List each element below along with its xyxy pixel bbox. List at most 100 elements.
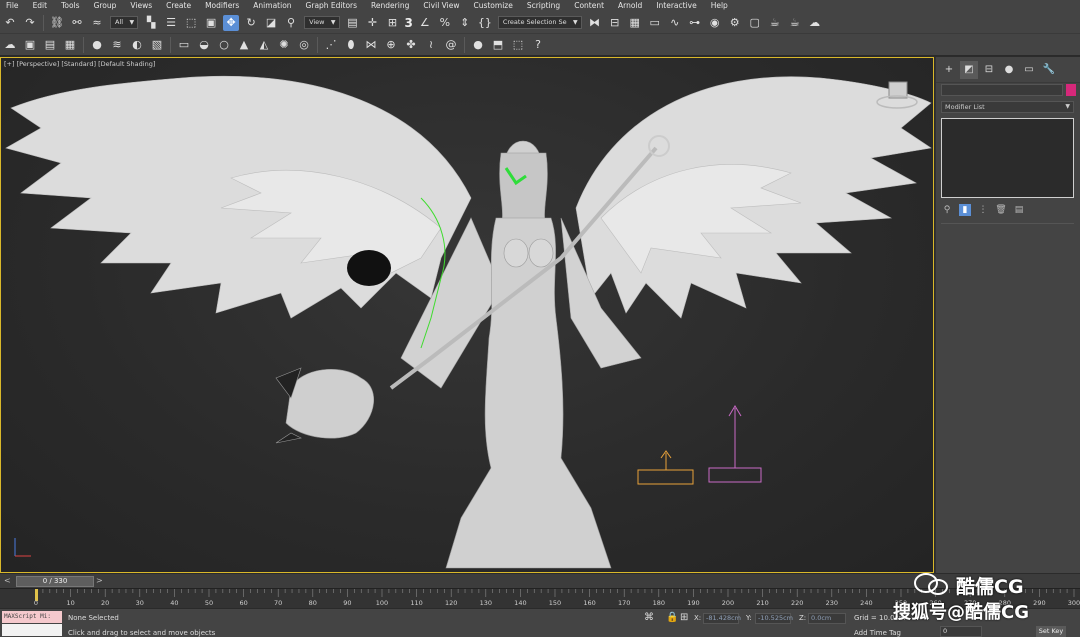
pivot-center-icon[interactable]: ▤: [345, 15, 361, 31]
display-tab-icon[interactable]: ▭: [1020, 61, 1038, 79]
time-slider-thumb[interactable]: 0 / 330: [16, 576, 94, 587]
pyramid-icon[interactable]: ◭: [256, 37, 272, 53]
named-selection-dropdown[interactable]: Create Selection Se ▼: [497, 16, 582, 29]
angle-snap-icon[interactable]: ∠: [417, 15, 433, 31]
add-time-tag[interactable]: Add Time Tag: [854, 629, 901, 637]
maxscript-listener[interactable]: MAXScript Mi:: [2, 611, 62, 623]
unlink-icon[interactable]: ⚯: [69, 15, 85, 31]
select-manipulate-icon[interactable]: ✛: [365, 15, 381, 31]
remove-modifier-icon[interactable]: 🗑: [995, 204, 1007, 216]
spinner-snap-icon[interactable]: ⇕: [457, 15, 473, 31]
key-frame-field[interactable]: 0: [940, 626, 982, 637]
menu-tools[interactable]: Tools: [55, 0, 87, 12]
maxscript-output[interactable]: [2, 624, 62, 636]
create-tab-icon[interactable]: +: [940, 61, 958, 79]
menu-content[interactable]: Content: [568, 0, 612, 12]
shell-icon[interactable]: @: [443, 37, 459, 53]
edit-named-selection-icon[interactable]: {}: [477, 15, 493, 31]
render-setup-icon[interactable]: ⚙: [727, 15, 743, 31]
wave-icon[interactable]: ≋: [109, 37, 125, 53]
render-in-cloud-icon[interactable]: ☁: [807, 15, 823, 31]
curve-editor-icon[interactable]: ∿: [667, 15, 683, 31]
percent-snap-icon[interactable]: %: [437, 15, 453, 31]
hierarchy-tab-icon[interactable]: ⊟: [980, 61, 998, 79]
menu-views[interactable]: Views: [124, 0, 160, 12]
motion-tab-icon[interactable]: ●: [1000, 61, 1018, 79]
viewport-label[interactable]: [+] [Perspective] [Standard] [Default Sh…: [4, 60, 155, 68]
menu-help[interactable]: Help: [705, 0, 736, 12]
scene-list-icon[interactable]: ▤: [42, 37, 58, 53]
light-bulb-icon[interactable]: ●: [89, 37, 105, 53]
sphere-render-icon[interactable]: ●: [470, 37, 486, 53]
mesh-icon[interactable]: ⬚: [510, 37, 526, 53]
cloud-icon[interactable]: ☁: [2, 37, 18, 53]
y-coordinate-field[interactable]: -10.525cm: [755, 613, 793, 624]
mirror-icon[interactable]: ⧓: [587, 15, 603, 31]
make-unique-icon[interactable]: ⋮: [977, 204, 989, 216]
reference-coordinate-dropdown[interactable]: View ▼: [304, 16, 340, 29]
configure-modifier-sets-icon[interactable]: ▤: [1013, 204, 1025, 216]
menu-graph-editors[interactable]: Graph Editors: [300, 0, 366, 12]
perspective-viewport[interactable]: [+] [Perspective] [Standard] [Default Sh…: [0, 57, 934, 573]
z-coordinate-field[interactable]: 0.0cm: [808, 613, 846, 624]
time-slider-next-button[interactable]: >: [96, 576, 103, 585]
time-slider-prev-button[interactable]: <: [4, 576, 11, 585]
select-by-name-icon[interactable]: ☰: [163, 15, 179, 31]
x-coordinate-field[interactable]: -81.428cm: [703, 613, 741, 624]
menu-scripting[interactable]: Scripting: [521, 0, 568, 12]
help-icon[interactable]: ?: [530, 37, 546, 53]
show-end-result-icon[interactable]: ▮: [959, 204, 971, 216]
modify-tab-icon[interactable]: ◩: [960, 60, 978, 79]
rendered-frame-window-icon[interactable]: ▢: [747, 15, 763, 31]
moon-icon[interactable]: ◐: [129, 37, 145, 53]
object-color-swatch[interactable]: [1066, 84, 1076, 96]
snapshot-icon[interactable]: ▣: [22, 37, 38, 53]
schematic-view-icon[interactable]: ⊶: [687, 15, 703, 31]
menu-create[interactable]: Create: [160, 0, 199, 12]
target-icon[interactable]: ◎: [296, 37, 312, 53]
window-crossing-icon[interactable]: ▣: [203, 15, 219, 31]
bind-space-warp-icon[interactable]: ≈: [89, 15, 105, 31]
globe-icon[interactable]: ⊕: [383, 37, 399, 53]
sphere-icon[interactable]: ○: [216, 37, 232, 53]
menu-modifiers[interactable]: Modifiers: [199, 0, 247, 12]
gradient-icon[interactable]: ▧: [149, 37, 165, 53]
plane-icon[interactable]: ▭: [176, 37, 192, 53]
hair-icon[interactable]: ≀: [423, 37, 439, 53]
sun-icon[interactable]: ✺: [276, 37, 292, 53]
utilities-tab-icon[interactable]: 🔧: [1040, 61, 1058, 79]
selection-lock-icon[interactable]: 🔒: [666, 612, 678, 623]
select-and-rotate-icon[interactable]: ↻: [243, 15, 259, 31]
pin-stack-icon[interactable]: ⚲: [941, 204, 953, 216]
snap-toggle-button[interactable]: 3: [405, 16, 413, 30]
undo-icon[interactable]: ↶: [2, 15, 18, 31]
layer-explorer-icon[interactable]: ▦: [627, 15, 643, 31]
menu-edit[interactable]: Edit: [27, 0, 56, 12]
menu-rendering[interactable]: Rendering: [365, 0, 417, 12]
scene-converter-icon[interactable]: ⬒: [490, 37, 506, 53]
object-name-field[interactable]: [941, 84, 1063, 96]
pill-icon[interactable]: ⬮: [343, 37, 359, 53]
select-and-scale-icon[interactable]: ◪: [263, 15, 279, 31]
select-and-move-icon[interactable]: ✥: [223, 14, 240, 31]
menu-arnold[interactable]: Arnold: [612, 0, 650, 12]
render-production-icon[interactable]: ☕: [767, 15, 783, 31]
selection-filter-dropdown[interactable]: All ▼: [110, 16, 139, 29]
menu-interactive[interactable]: Interactive: [650, 0, 704, 12]
render-iterative-icon[interactable]: ☕: [787, 15, 803, 31]
align-icon[interactable]: ⊟: [607, 15, 623, 31]
menu-civil-view[interactable]: Civil View: [417, 0, 467, 12]
menu-customize[interactable]: Customize: [467, 0, 520, 12]
isolate-selection-icon[interactable]: ⌘: [644, 612, 654, 623]
select-object-icon[interactable]: ▚: [143, 15, 159, 31]
modifier-stack[interactable]: [941, 118, 1074, 198]
link-icon[interactable]: ⛓: [49, 15, 65, 31]
set-key-button[interactable]: Set Key: [1036, 626, 1066, 637]
cone-icon[interactable]: ▲: [236, 37, 252, 53]
absolute-mode-icon[interactable]: ⊞: [680, 612, 688, 623]
grid-icon[interactable]: ⋰: [323, 37, 339, 53]
redo-icon[interactable]: ↷: [22, 15, 38, 31]
modifier-list-dropdown[interactable]: Modifier List ▼: [941, 101, 1074, 113]
toggle-ribbon-icon[interactable]: ▭: [647, 15, 663, 31]
menu-file[interactable]: File: [0, 0, 27, 12]
